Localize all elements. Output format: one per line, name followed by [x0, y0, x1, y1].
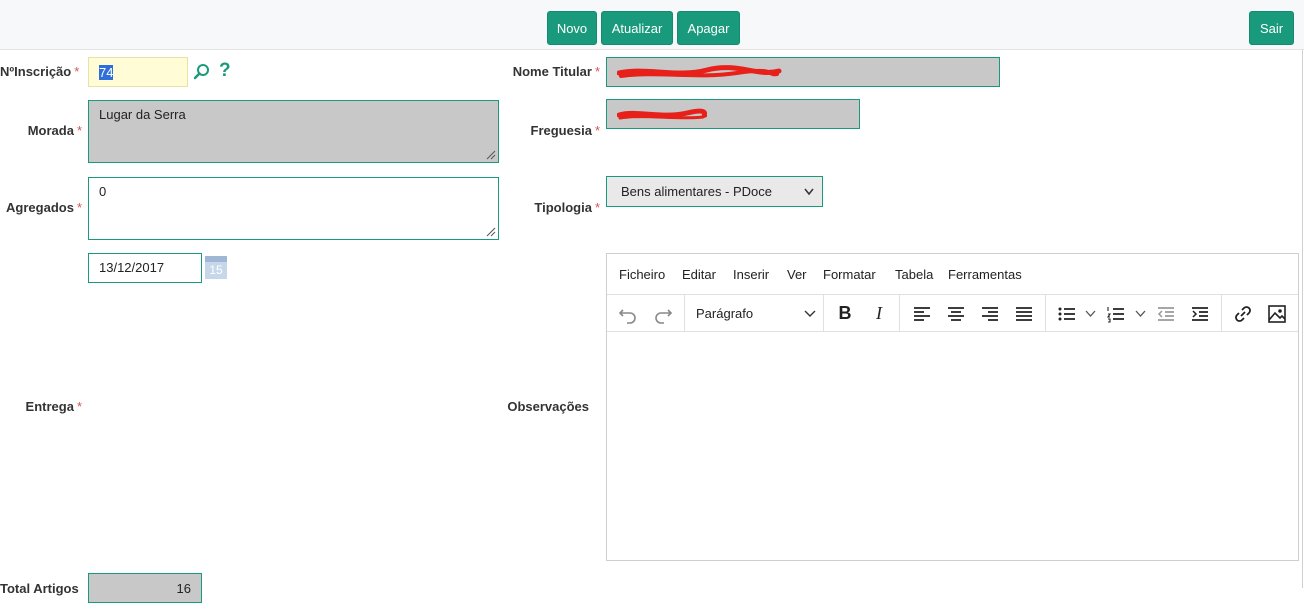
tipologia-select[interactable]: Bens alimentares - PDoce	[606, 176, 823, 207]
nome-titular-label: Nome Titular *	[512, 64, 600, 79]
chevron-down-icon[interactable]	[1135, 310, 1146, 318]
inscricao-value: 74	[99, 65, 114, 80]
align-center-icon[interactable]	[945, 303, 967, 325]
resize-handle-icon[interactable]	[486, 227, 496, 237]
undo-icon[interactable]	[617, 303, 639, 325]
agregados-value: 0	[99, 184, 107, 199]
block-format-select[interactable]: Parágrafo	[696, 306, 816, 324]
inscricao-label: NºInscrição *	[0, 64, 80, 79]
morada-value: Lugar da Serra	[99, 107, 186, 122]
chevron-down-icon	[804, 188, 814, 196]
tipologia-label: Tipologia *	[534, 200, 600, 215]
chevron-down-icon[interactable]	[1085, 310, 1096, 318]
freguesia-input[interactable]	[606, 99, 860, 129]
calendar-icon-day: 15	[205, 262, 227, 279]
editor-toolbar: Parágrafo B I	[607, 294, 1298, 332]
sair-button[interactable]: Sair	[1249, 11, 1294, 45]
indent-icon[interactable]	[1189, 303, 1211, 325]
agregados-textarea[interactable]: 0	[88, 177, 499, 240]
total-artigos-label: Total Artigos	[0, 581, 79, 596]
total-artigos-value: 16	[176, 581, 191, 596]
menu-tabela[interactable]: Tabela	[895, 267, 933, 282]
toolbar-separator	[684, 295, 685, 332]
toolbar-separator	[899, 295, 900, 332]
observacoes-editor[interactable]: Ficheiro Editar Inserir Ver Formatar Tab…	[606, 253, 1299, 561]
bullet-list-icon[interactable]	[1056, 303, 1078, 325]
toolbar-separator	[1221, 295, 1222, 332]
editor-menubar: Ficheiro Editar Inserir Ver Formatar Tab…	[607, 254, 1298, 294]
menu-ferramentas[interactable]: Ferramentas	[948, 267, 1022, 282]
block-format-value: Parágrafo	[696, 306, 754, 321]
top-toolbar: Novo Atualizar Apagar Sair	[0, 0, 1304, 50]
agregados-label: Agregados *	[6, 200, 82, 215]
link-icon[interactable]	[1232, 303, 1254, 325]
apagar-button[interactable]: Apagar	[677, 11, 740, 45]
editor-content-area[interactable]	[607, 332, 1298, 560]
calendar-icon[interactable]: 15	[205, 256, 227, 279]
inscricao-input[interactable]: 74	[88, 57, 188, 87]
redaction-scribble	[617, 108, 707, 120]
search-icon[interactable]	[193, 63, 211, 81]
image-icon[interactable]	[1266, 303, 1288, 325]
italic-icon[interactable]: I	[868, 303, 890, 325]
menu-formatar[interactable]: Formatar	[823, 267, 876, 282]
toolbar-separator	[1045, 295, 1046, 332]
redo-icon[interactable]	[652, 303, 674, 325]
align-left-icon[interactable]	[911, 303, 933, 325]
align-justify-icon[interactable]	[1013, 303, 1035, 325]
novo-button[interactable]: Novo	[547, 11, 597, 45]
menu-ver[interactable]: Ver	[787, 267, 807, 282]
bold-icon[interactable]: B	[834, 303, 856, 325]
atualizar-button[interactable]: Atualizar	[601, 11, 673, 45]
outdent-icon[interactable]	[1155, 303, 1177, 325]
entrega-label: Entrega *	[25, 399, 82, 414]
right-border	[1302, 50, 1303, 588]
date-value: 13/12/2017	[99, 260, 165, 275]
chevron-down-icon	[804, 310, 816, 317]
nome-titular-input[interactable]	[606, 57, 1000, 87]
help-icon[interactable]: ?	[219, 60, 231, 82]
align-right-icon[interactable]	[979, 303, 1001, 325]
freguesia-label: Freguesia *	[530, 123, 600, 138]
observacoes-label: Observações	[507, 399, 589, 414]
redaction-scribble	[617, 65, 782, 78]
tipologia-value: Bens alimentares - PDoce	[621, 184, 773, 199]
morada-textarea[interactable]: Lugar da Serra	[88, 100, 499, 163]
menu-inserir[interactable]: Inserir	[733, 267, 769, 282]
menu-ficheiro[interactable]: Ficheiro	[619, 267, 665, 282]
menu-editar[interactable]: Editar	[682, 267, 716, 282]
total-artigos-input: 16	[88, 573, 202, 603]
morada-label: Morada *	[27, 123, 82, 138]
date-input[interactable]: 13/12/2017	[88, 253, 202, 283]
resize-handle-icon[interactable]	[486, 150, 496, 160]
numbered-list-icon[interactable]	[1105, 303, 1127, 325]
toolbar-separator	[823, 295, 824, 332]
